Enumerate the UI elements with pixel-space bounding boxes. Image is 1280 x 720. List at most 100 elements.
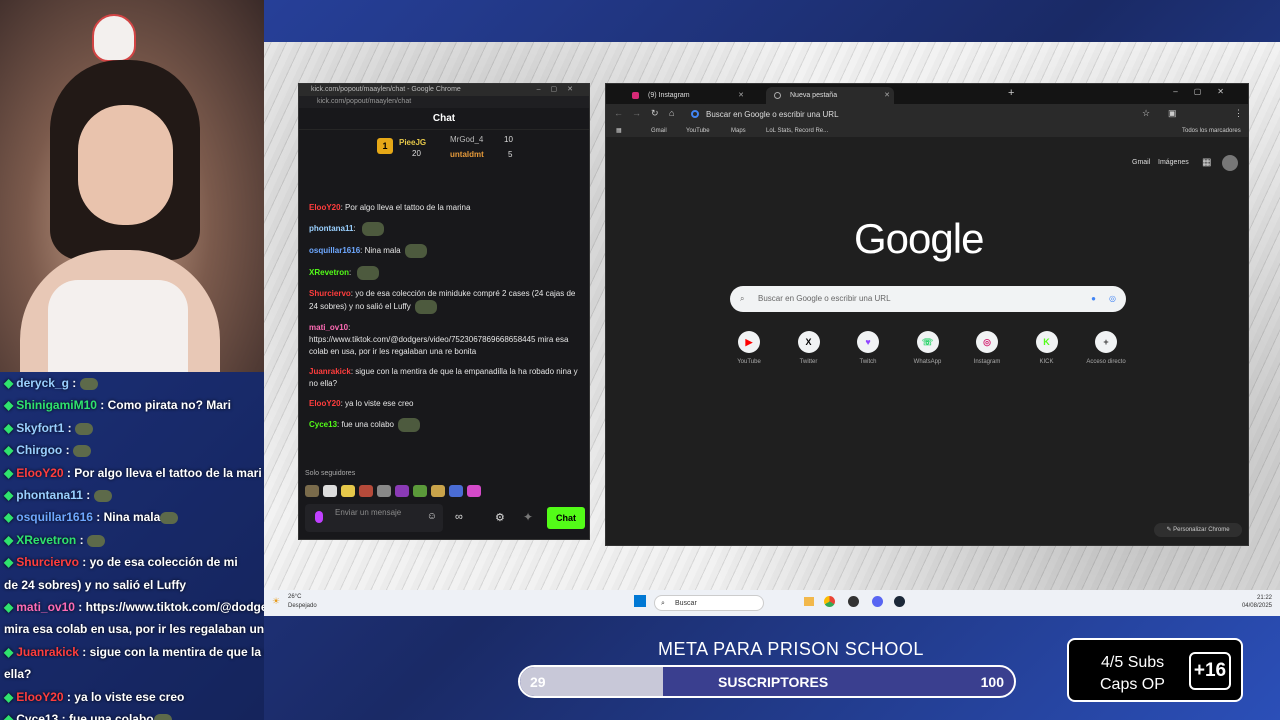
settings-icon[interactable]: ⚙ bbox=[495, 511, 505, 524]
emoji-icon[interactable]: ☺ bbox=[427, 512, 437, 522]
shortcut-acceso-directo[interactable]: + Acceso directo bbox=[1076, 331, 1136, 365]
gifter-1-name[interactable]: PieeJG bbox=[399, 138, 426, 147]
overlay-chat-username: Cyce13 bbox=[16, 712, 59, 720]
apps-icon[interactable]: ▦ bbox=[616, 125, 622, 137]
bookmark-maps[interactable]: Maps bbox=[731, 125, 746, 137]
all-bookmarks[interactable]: Todos los marcadores bbox=[1182, 125, 1241, 137]
gift-icon[interactable]: ✦ bbox=[523, 510, 533, 524]
forward-icon[interactable]: → bbox=[632, 108, 641, 118]
bookmark-youtube[interactable]: YouTube bbox=[686, 125, 710, 137]
bookmark-star-icon[interactable]: ☆ bbox=[1142, 108, 1150, 119]
start-icon[interactable] bbox=[634, 595, 646, 607]
emote-item[interactable] bbox=[449, 485, 463, 497]
infinity-icon[interactable]: ∞ bbox=[455, 511, 463, 523]
emote-item[interactable] bbox=[341, 485, 355, 497]
emote-bar[interactable] bbox=[305, 485, 585, 499]
emote-item[interactable] bbox=[377, 485, 391, 497]
mic-icon[interactable] bbox=[315, 511, 323, 523]
shortcut-label: Twitch bbox=[859, 359, 877, 365]
shortcut-twitter[interactable]: X Twitter bbox=[779, 331, 839, 365]
images-link[interactable]: Imágenes bbox=[1158, 159, 1189, 166]
omnibox[interactable]: Buscar en Google o escribir una URL bbox=[686, 106, 1156, 123]
overlay-chat-text: de 24 sobres) y no salió el Luffy bbox=[4, 577, 187, 592]
file-explorer-icon[interactable] bbox=[804, 597, 814, 606]
chat-username[interactable]: mati_ov10 bbox=[309, 323, 348, 332]
separator: : bbox=[92, 510, 104, 525]
badge-icon: ◆ bbox=[4, 555, 14, 570]
overlay-chat-line: ◆ Juanrakick : sigue con la mentira de qu… bbox=[0, 641, 264, 663]
chat-message: Juanrakick: sigue con la mentira de que … bbox=[309, 366, 579, 390]
discord-icon[interactable] bbox=[872, 596, 883, 607]
emote-item[interactable] bbox=[359, 485, 373, 497]
emote-item[interactable] bbox=[395, 485, 409, 497]
goal-current: 29 bbox=[530, 674, 546, 690]
clock[interactable]: 21:22 04/08/2025 bbox=[1242, 594, 1272, 610]
extensions-icon[interactable]: ▣ bbox=[1168, 108, 1177, 119]
badge-icon: ◆ bbox=[4, 465, 14, 480]
emote-item[interactable] bbox=[323, 485, 337, 497]
overlay-chat-username: ElooY20 bbox=[16, 689, 64, 704]
emote-item[interactable] bbox=[431, 485, 445, 497]
close-icon[interactable]: ✕ bbox=[884, 87, 890, 104]
home-icon[interactable]: ⌂ bbox=[669, 108, 674, 118]
overlay-chat-text: Nina mala bbox=[103, 510, 161, 525]
message-input-placeholder: Enviar un mensaje bbox=[335, 508, 402, 517]
chat-username[interactable]: XRevetron bbox=[309, 268, 349, 277]
back-icon[interactable]: ← bbox=[614, 108, 623, 118]
tab-instagram[interactable]: (9) Instagram ✕ bbox=[624, 87, 748, 104]
bookmark-gmail[interactable]: Gmail bbox=[651, 125, 667, 137]
new-tab-icon[interactable]: + bbox=[1008, 87, 1014, 99]
emote-item[interactable] bbox=[413, 485, 427, 497]
apps-grid-icon[interactable]: ▦ bbox=[1202, 157, 1211, 168]
weather-icon[interactable]: ☀ bbox=[272, 596, 280, 607]
rank-1-badge: 1 bbox=[377, 138, 393, 154]
emote-item[interactable] bbox=[467, 485, 481, 497]
bookmark-lolstats[interactable]: LoL Stats, Record Re... bbox=[766, 125, 828, 137]
steam-icon[interactable] bbox=[894, 596, 905, 607]
emote-item[interactable] bbox=[305, 485, 319, 497]
menu-icon[interactable]: ⋮ bbox=[1234, 108, 1243, 119]
window-controls[interactable]: –▢✕ bbox=[537, 84, 583, 96]
customize-label: Personalizar Chrome bbox=[1173, 527, 1230, 533]
google-logo: Google bbox=[854, 215, 984, 262]
google-search-box[interactable]: ⌕ Buscar en Google o escribir una URL ● … bbox=[730, 286, 1126, 312]
chat-text: Por algo lleva el tattoo de la marina bbox=[345, 203, 471, 212]
gmail-link[interactable]: Gmail bbox=[1132, 159, 1150, 166]
chat-username[interactable]: phontana11 bbox=[309, 224, 353, 233]
window-titlebar[interactable]: kick.com/popout/maaylen/chat - Google Ch… bbox=[299, 84, 589, 96]
chat-username[interactable]: osquillar1616 bbox=[309, 246, 360, 255]
subs-counter-box: 4/5 Subs Caps OP +16 bbox=[1067, 638, 1243, 702]
chat-username[interactable]: ElooY20 bbox=[309, 203, 341, 212]
chrome-window[interactable]: (9) Instagram ✕ Nueva pestaña ✕ + –▢✕ ← … bbox=[605, 83, 1249, 546]
tab-new-tab[interactable]: Nueva pestaña ✕ bbox=[766, 87, 894, 104]
chat-username[interactable]: ElooY20 bbox=[309, 399, 341, 408]
tab-strip[interactable]: (9) Instagram ✕ Nueva pestaña ✕ + –▢✕ bbox=[606, 84, 1248, 104]
obs-icon[interactable] bbox=[848, 596, 859, 607]
chat-username[interactable]: Shurciervo bbox=[309, 289, 351, 298]
kick-chat-window[interactable]: kick.com/popout/maaylen/chat - Google Ch… bbox=[298, 83, 590, 540]
window-controls[interactable]: –▢✕ bbox=[1173, 87, 1240, 96]
close-icon[interactable]: ✕ bbox=[738, 87, 744, 104]
lens-icon[interactable]: ◎ bbox=[1109, 286, 1116, 312]
message-input[interactable]: Enviar un mensaje ☺ bbox=[305, 504, 443, 532]
chat-username[interactable]: Juanrakick bbox=[309, 367, 351, 376]
shortcut-instagram[interactable]: ◎ Instagram bbox=[957, 331, 1017, 365]
address-bar[interactable]: kick.com/popout/maaylen/chat bbox=[299, 96, 589, 108]
gifter-3-name[interactable]: untaldmt bbox=[450, 150, 484, 159]
taskbar-search[interactable]: ⌕ Buscar bbox=[654, 595, 764, 611]
shortcut-twitch[interactable]: ♥ Twitch bbox=[838, 331, 898, 365]
avatar[interactable] bbox=[1222, 155, 1238, 171]
badge-icon: ◆ bbox=[4, 644, 14, 659]
overlay-chat-line: ◆ phontana11 : bbox=[0, 484, 264, 506]
shortcut-kick[interactable]: K KICK bbox=[1017, 331, 1077, 365]
chrome-icon[interactable] bbox=[824, 596, 835, 607]
overlay-chat-username: phontana11 bbox=[16, 488, 83, 503]
gifter-2-name[interactable]: MrGod_4 bbox=[450, 135, 483, 144]
send-chat-button[interactable]: Chat bbox=[547, 507, 585, 529]
voice-search-icon[interactable]: ● bbox=[1091, 286, 1096, 312]
reload-icon[interactable]: ↻ bbox=[651, 108, 659, 119]
chat-username[interactable]: Cyce13 bbox=[309, 420, 337, 429]
shortcut-whatsapp[interactable]: ☏ WhatsApp bbox=[898, 331, 958, 365]
customize-chrome-button[interactable]: ✎ Personalizar Chrome bbox=[1154, 523, 1242, 537]
shortcut-youtube[interactable]: ▶ YouTube bbox=[719, 331, 779, 365]
